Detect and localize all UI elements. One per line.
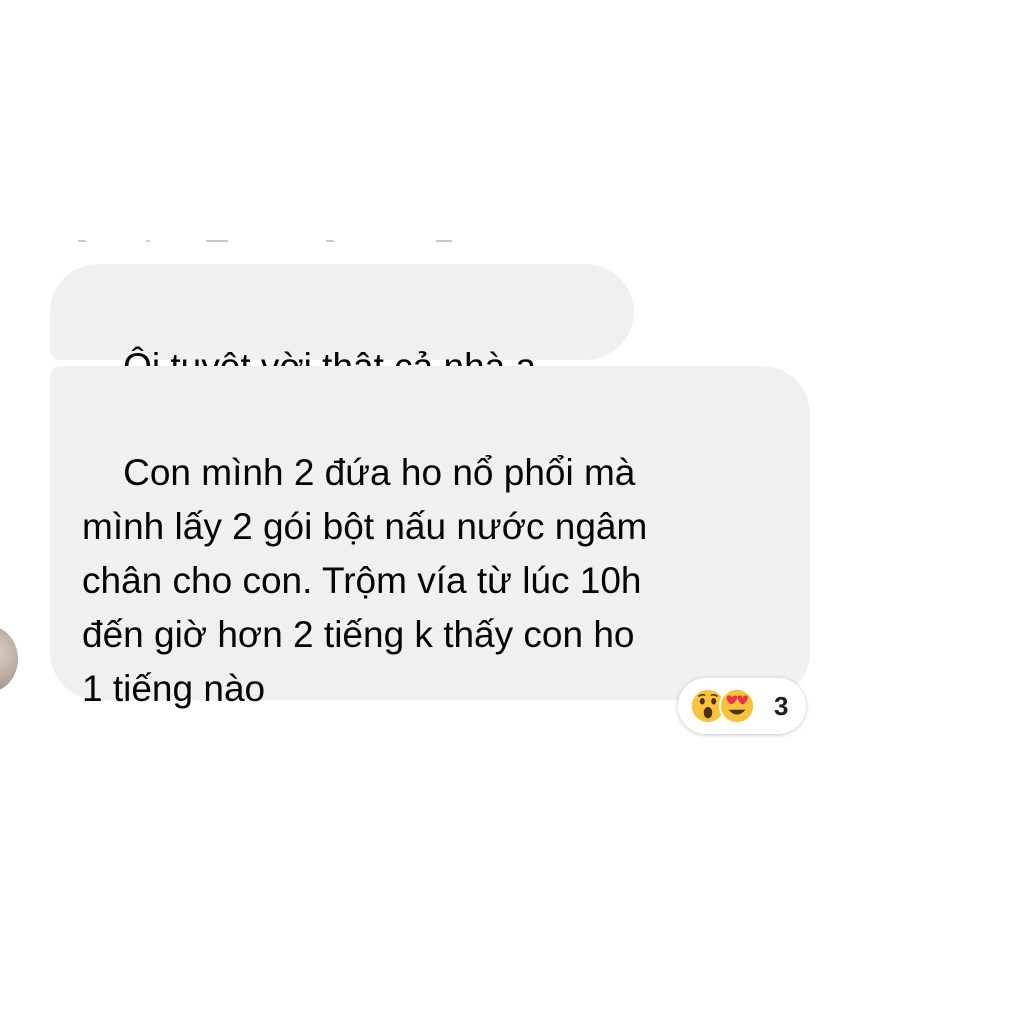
cropped-text-fragment: [78, 240, 86, 242]
cropped-text-fragment: [206, 240, 228, 242]
heart-eyes-emoji-icon: [718, 687, 756, 725]
reaction-count: 3: [774, 691, 789, 721]
chat-thread: Ôi tuyệt vời thật cả nhà ạ. Con mình 2 đ…: [0, 0, 1024, 1024]
message-bubble[interactable]: Ôi tuyệt vời thật cả nhà ạ.: [50, 264, 634, 387]
cropped-text-fragment: [436, 240, 452, 242]
reaction-summary[interactable]: 3: [678, 678, 806, 734]
sender-avatar[interactable]: [0, 626, 18, 692]
message-bubble[interactable]: Con mình 2 đứa ho nổ phổi mà mình lấy 2 …: [50, 366, 810, 709]
cropped-text-fragment: [146, 240, 150, 242]
message-text: Con mình 2 đứa ho nổ phổi mà mình lấy 2 …: [82, 452, 648, 709]
cropped-text-fragment: [326, 240, 334, 242]
